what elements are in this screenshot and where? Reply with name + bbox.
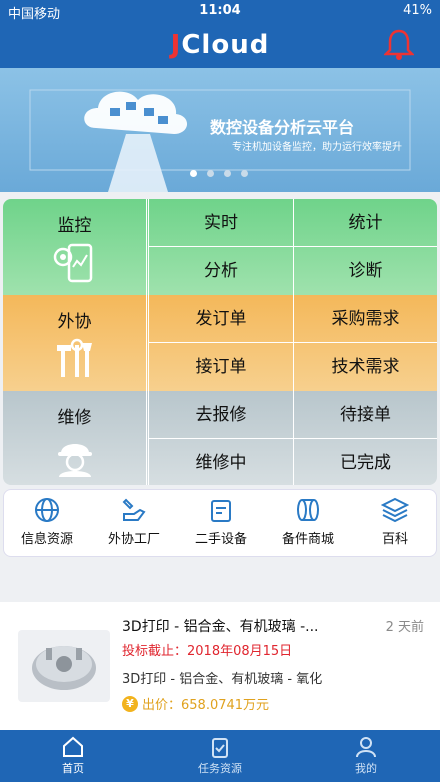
quick-label: 百科 [381, 532, 408, 547]
tab-home[interactable]: 首页 [13, 736, 133, 776]
monitor-phone-gear-icon [53, 243, 93, 283]
spool-icon [297, 499, 319, 521]
worker-helmet-icon [58, 444, 92, 477]
bell-icon[interactable] [384, 28, 414, 62]
banner-title: 数控设备分析云平台 [210, 118, 355, 137]
quick-used-equipment[interactable]: 二手设备 [178, 496, 264, 547]
clipboard-icon [212, 738, 228, 758]
quick-label: 外协工厂 [107, 532, 160, 547]
bottom-tab-bar: 首页 任务资源 我的 [0, 730, 440, 782]
repair-pending[interactable]: 待接单 [293, 391, 437, 439]
layers-icon [381, 497, 409, 523]
home-icon [63, 736, 83, 757]
carousel-dot[interactable] [224, 170, 231, 177]
price-text: 出价：658.0741万元 [142, 698, 270, 713]
monitor-header[interactable]: 监控 [3, 199, 147, 295]
product-thumbnail [18, 630, 110, 702]
carousel-dot[interactable] [241, 170, 248, 177]
tab-task-resources[interactable]: 任务资源 [160, 736, 280, 776]
repair-completed[interactable]: 已完成 [293, 439, 437, 485]
app-header: JCloud [0, 22, 440, 68]
outsource-tech-demand[interactable]: 技术需求 [293, 343, 437, 391]
carousel-indicator [190, 170, 248, 177]
repair-in-progress[interactable]: 维修中 [148, 439, 293, 485]
function-grid: 监控 实时 统计 分析 诊断 外协 发订单 采购需求 接订单 技术需求 维修 去… [3, 199, 437, 485]
monitor-diagnosis[interactable]: 诊断 [293, 247, 437, 295]
clock: 11:04 [199, 3, 241, 18]
repair-label: 维修 [57, 408, 92, 428]
monitor-row: 监控 实时 统计 分析 诊断 [3, 199, 437, 295]
banner-subtitle: 专注机加设备监控，助力运行效率提升 [232, 142, 402, 153]
quick-info-resources[interactable]: 信息资源 [4, 496, 90, 547]
machine-icon [211, 500, 231, 522]
repair-request[interactable]: 去报修 [148, 391, 293, 439]
carousel-dot[interactable] [207, 170, 214, 177]
repair-row: 维修 去报修 待接单 维修中 已完成 [3, 391, 437, 485]
quick-label: 信息资源 [20, 532, 73, 547]
outsource-purchase-demand[interactable]: 采购需求 [293, 295, 437, 343]
outsource-row: 外协 发订单 采购需求 接订单 技术需求 [3, 295, 437, 391]
carousel-dot[interactable] [190, 170, 197, 177]
globe-icon [35, 498, 59, 522]
quick-links: 信息资源 外协工厂 二手设备 备件商城 百科 [3, 489, 437, 557]
monitor-realtime[interactable]: 实时 [148, 199, 293, 247]
quick-spare-parts-mall[interactable]: 备件商城 [265, 496, 351, 547]
coin-icon: ¥ [122, 695, 138, 712]
wrench-hand-icon [122, 498, 146, 521]
outsource-send-order[interactable]: 发订单 [148, 295, 293, 343]
monitor-label: 监控 [57, 216, 92, 236]
app-logo: JCloud [170, 30, 270, 60]
battery-percent: 41% [403, 3, 432, 18]
quick-outsource-factory[interactable]: 外协工厂 [91, 496, 177, 547]
status-bar: 中国移动 11:04 41% [0, 0, 440, 22]
quick-label: 备件商城 [281, 532, 334, 547]
bid-price: ¥ 出价：658.0741万元 [122, 694, 269, 713]
monitor-analysis[interactable]: 分析 [148, 247, 293, 295]
outsource-accept-order[interactable]: 接订单 [148, 343, 293, 391]
user-icon [356, 737, 376, 758]
task-description: 3D打印 - 铝合金、有机玻璃 - 氧化 [122, 672, 323, 687]
repair-header[interactable]: 维修 [3, 391, 147, 485]
quick-encyclopedia[interactable]: 百科 [352, 496, 438, 547]
quick-label: 二手设备 [194, 532, 247, 547]
outsource-label: 外协 [57, 312, 92, 332]
task-card[interactable]: 3D打印 - 铝合金、有机玻璃 -... 2 天前 投标截止：2018年08月1… [0, 602, 440, 732]
outsource-header[interactable]: 外协 [3, 295, 147, 391]
task-title: 3D打印 - 铝合金、有机玻璃 -... [122, 619, 319, 635]
tools-icon [57, 338, 92, 377]
bid-deadline: 投标截止：2018年08月15日 [122, 644, 293, 659]
monitor-statistics[interactable]: 统计 [293, 199, 437, 247]
tab-mine[interactable]: 我的 [306, 736, 426, 776]
task-posted-ago: 2 天前 [385, 620, 424, 635]
